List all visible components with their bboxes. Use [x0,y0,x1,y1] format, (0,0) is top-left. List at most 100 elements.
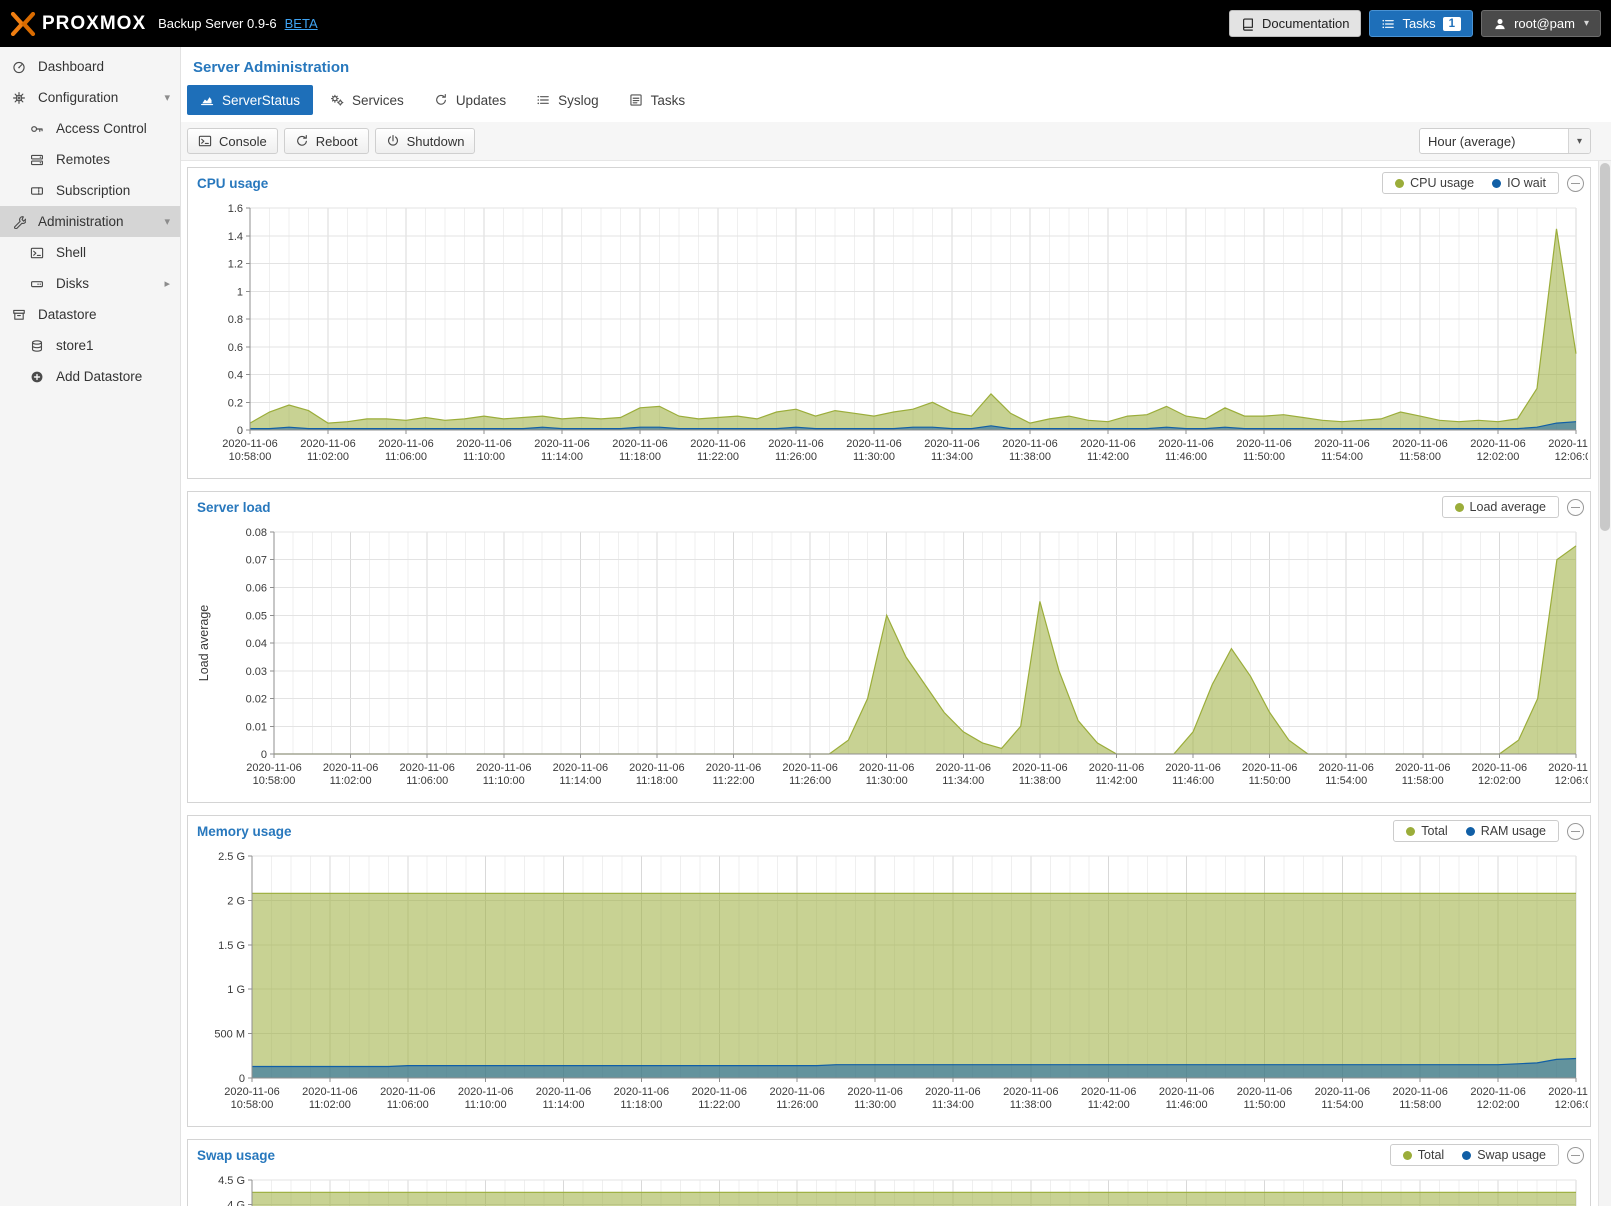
shutdown-button[interactable]: Shutdown [375,128,476,154]
svg-text:2020-11-06: 2020-11-06 [302,1086,357,1098]
svg-text:11:10:00: 11:10:00 [465,1099,507,1111]
sidebar-item-add-datastore[interactable]: Add Datastore [0,361,180,392]
svg-text:11:58:00: 11:58:00 [1402,775,1444,787]
memory-usage-chart: 0500 M1 G1.5 G2 G2.5 G2020-11-0610:58:00… [188,846,1588,1126]
chart-area-icon [200,93,214,107]
legend-label: Load average [1470,500,1546,514]
tasks-count-badge: 1 [1443,17,1461,31]
sidebar-item-shell[interactable]: Shell [0,237,180,268]
sidebar-item-datastore[interactable]: Datastore [0,299,180,330]
scrollbar-thumb[interactable] [1600,163,1610,531]
swap-usage-panel: Swap usage TotalSwap usage 0500 M1 G1.5 … [187,1139,1591,1206]
tab-services[interactable]: Services [317,85,417,115]
legend-dot [1395,179,1404,188]
list-icon [536,93,550,107]
legend-item-io-wait[interactable]: IO wait [1492,176,1546,190]
svg-text:11:18:00: 11:18:00 [619,451,661,463]
caret-down-icon[interactable]: ▾ [164,91,170,104]
svg-text:2020-11-06: 2020-11-06 [924,438,979,450]
user-menu-button[interactable]: root@pam ▾ [1481,10,1601,37]
legend-item-swap-usage[interactable]: Swap usage [1462,1148,1546,1162]
svg-text:11:22:00: 11:22:00 [712,775,754,787]
svg-text:2020-11-06: 2020-11-06 [1548,762,1588,774]
tab-serverstatus[interactable]: ServerStatus [187,85,313,115]
database-icon [30,339,47,353]
sidebar-item-label: Disks [56,276,89,291]
svg-text:2020-11-06: 2020-11-06 [1392,1086,1447,1098]
collapse-panel-button[interactable] [1567,175,1584,192]
chevron-down-icon[interactable]: ▾ [1568,129,1590,153]
svg-text:2020-11-06: 2020-11-06 [323,762,378,774]
sidebar-item-store1[interactable]: store1 [0,330,180,361]
legend-item-total[interactable]: Total [1403,1148,1444,1162]
toolbar: ConsoleRebootShutdown Hour (average) ▾ [181,122,1611,161]
svg-text:11:54:00: 11:54:00 [1321,1099,1363,1111]
documentation-button[interactable]: Documentation [1229,10,1361,37]
tasks-button[interactable]: Tasks 1 [1369,10,1473,37]
sidebar-item-dashboard[interactable]: Dashboard [0,51,180,82]
svg-text:12:06:00: 12:06:00 [1555,775,1588,787]
vertical-scrollbar[interactable] [1598,161,1611,1206]
cpu-usage-panel: CPU usage CPU usageIO wait 00.20.40.60.8… [187,167,1591,479]
svg-text:0.4: 0.4 [228,370,243,382]
page-title: Server Administration [181,47,1611,76]
svg-text:11:34:00: 11:34:00 [942,775,984,787]
sidebar-item-administration[interactable]: Administration▾ [0,206,180,237]
reboot-button[interactable]: Reboot [284,128,369,154]
gears-icon [330,93,344,107]
collapse-panel-button[interactable] [1567,1147,1584,1164]
caret-down-icon[interactable]: ▾ [164,215,170,228]
svg-text:2020-11-06: 2020-11-06 [782,762,837,774]
legend-label: Swap usage [1477,1148,1546,1162]
svg-text:11:38:00: 11:38:00 [1009,451,1051,463]
collapse-panel-button[interactable] [1567,823,1584,840]
svg-text:11:18:00: 11:18:00 [636,775,678,787]
svg-text:2020-11-06: 2020-11-06 [629,762,684,774]
sidebar: DashboardConfiguration▾Access ControlRem… [0,47,181,1206]
svg-text:12:02:00: 12:02:00 [1477,1099,1520,1111]
legend-item-load-average[interactable]: Load average [1455,500,1546,514]
svg-text:2020-11-06: 2020-11-06 [1472,762,1527,774]
toolbar-buttons: ConsoleRebootShutdown [187,128,475,154]
server-icon [30,153,47,167]
beta-link[interactable]: BETA [285,16,318,31]
svg-text:2020-11-06: 2020-11-06 [1237,1086,1292,1098]
legend-item-ram-usage[interactable]: RAM usage [1466,824,1546,838]
legend-dot [1492,179,1501,188]
user-label: root@pam [1514,16,1575,31]
svg-text:2020-11-06: 2020-11-06 [1392,438,1447,450]
sidebar-item-configuration[interactable]: Configuration▾ [0,82,180,113]
svg-text:11:18:00: 11:18:00 [620,1099,662,1111]
sidebar-item-remotes[interactable]: Remotes [0,144,180,175]
sidebar-item-label: Shell [56,245,86,260]
tab-label: Services [352,93,404,108]
svg-text:11:10:00: 11:10:00 [463,451,505,463]
server-load-chart: 00.010.020.030.040.050.060.070.082020-11… [188,522,1588,802]
product-version: Backup Server 0.9-6 [158,16,277,31]
timeframe-select[interactable]: Hour (average) ▾ [1419,128,1591,154]
terminal-icon [30,246,47,260]
legend-item-total[interactable]: Total [1406,824,1447,838]
caret-right-icon[interactable]: ▸ [164,277,170,290]
tab-syslog[interactable]: Syslog [523,85,612,115]
svg-text:11:10:00: 11:10:00 [483,775,525,787]
legend-dot [1462,1151,1471,1160]
legend-item-cpu-usage[interactable]: CPU usage [1395,176,1474,190]
panel-title: Server load [197,500,271,515]
tab-tasks[interactable]: Tasks [616,85,699,115]
svg-text:0.2: 0.2 [228,397,243,409]
tasks-icon [629,93,643,107]
ticket-icon [30,184,47,198]
sidebar-item-access-control[interactable]: Access Control [0,113,180,144]
tab-updates[interactable]: Updates [421,85,519,115]
svg-text:11:14:00: 11:14:00 [541,451,583,463]
console-button[interactable]: Console [187,128,278,154]
sidebar-item-subscription[interactable]: Subscription [0,175,180,206]
svg-text:10:58:00: 10:58:00 [229,451,272,463]
svg-text:1.5 G: 1.5 G [218,940,245,952]
sidebar-item-disks[interactable]: Disks ▸ [0,268,180,299]
svg-text:2020-11-06: 2020-11-06 [1080,438,1135,450]
collapse-panel-button[interactable] [1567,499,1584,516]
svg-text:1: 1 [237,286,243,298]
svg-text:11:54:00: 11:54:00 [1325,775,1367,787]
